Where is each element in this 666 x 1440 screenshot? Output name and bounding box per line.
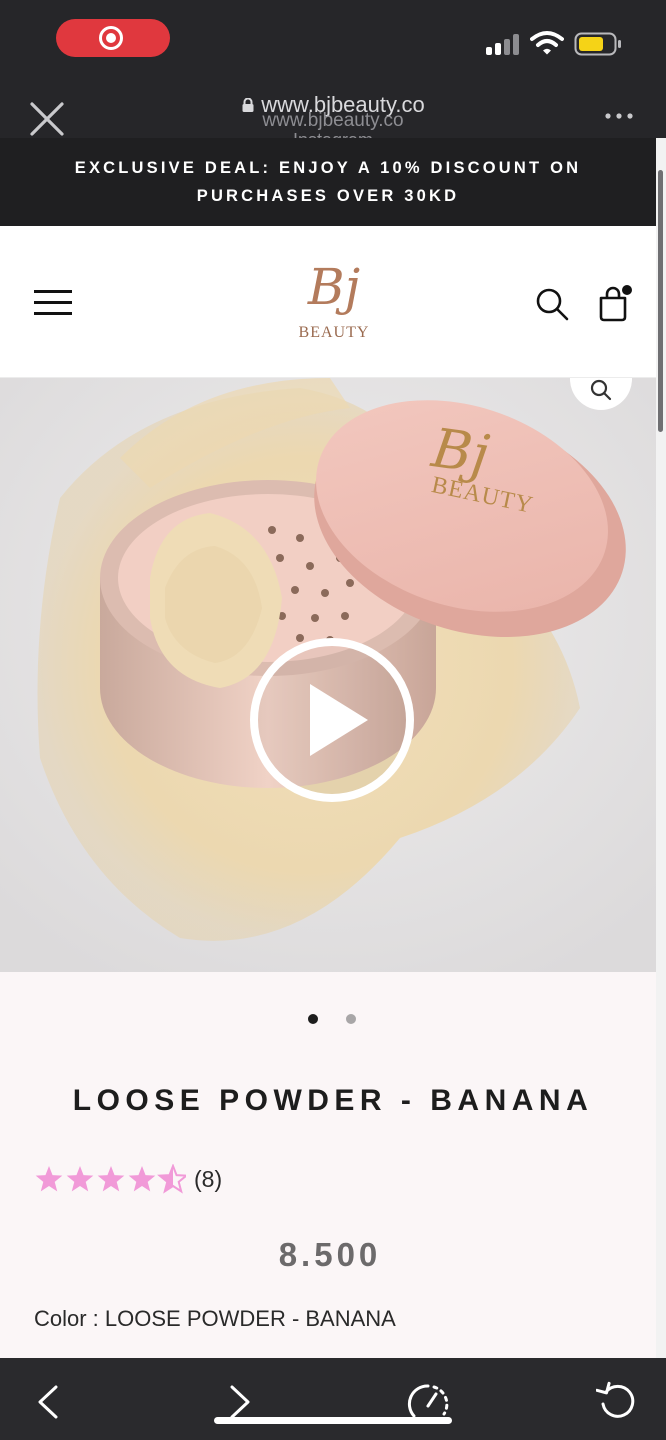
carousel-dots xyxy=(308,1014,364,1026)
record-icon xyxy=(99,26,123,50)
site-header: Bj BEAUTY xyxy=(0,226,656,378)
logo-monogram: Bj xyxy=(307,258,361,316)
home-indicator[interactable] xyxy=(214,1417,452,1424)
promo-banner: EXCLUSIVE DEAL: ENJOY A 10% DISCOUNT ON … xyxy=(0,138,656,226)
zoom-icon xyxy=(590,379,612,401)
hamburger-icon[interactable] xyxy=(34,290,72,316)
close-icon[interactable] xyxy=(28,100,66,138)
promo-text: EXCLUSIVE DEAL: ENJOY A 10% DISCOUNT ON … xyxy=(74,159,582,205)
play-icon[interactable] xyxy=(248,636,416,804)
cellular-signal-icon xyxy=(486,33,522,55)
page-scrollbar[interactable] xyxy=(656,138,666,1358)
search-icon[interactable] xyxy=(534,286,570,322)
screen-recording-indicator[interactable] xyxy=(56,19,170,57)
zoom-button[interactable] xyxy=(570,378,632,410)
star-full xyxy=(97,1166,125,1192)
carousel-dot-2[interactable] xyxy=(346,1014,356,1024)
logo-wordmark: BEAUTY xyxy=(298,324,370,341)
more-icon[interactable] xyxy=(604,112,634,120)
product-details: LOOSE POWDER - BANANA (8) 8.500 Color : … xyxy=(0,972,656,1358)
battery-icon xyxy=(574,32,621,56)
forward-icon[interactable] xyxy=(226,1384,254,1420)
back-icon[interactable] xyxy=(34,1384,62,1420)
star-full xyxy=(66,1166,94,1192)
review-count[interactable]: (8) xyxy=(194,1166,222,1193)
product-price: 8.500 xyxy=(278,1236,382,1273)
product-title: LOOSE POWDER - BANANA xyxy=(72,1084,594,1117)
carousel-dot-1[interactable] xyxy=(308,1014,318,1024)
browser-toolbar xyxy=(0,1358,666,1440)
reload-icon[interactable] xyxy=(596,1380,638,1422)
product-image[interactable]: Bj BEAUTY xyxy=(0,378,656,972)
url-ghost-text: www.bjbeauty.co xyxy=(262,110,404,131)
browser-bar: www.bjbeauty.co www.bjbeauty.co Instagra… xyxy=(0,88,666,150)
star-rating-icon xyxy=(35,1164,186,1194)
product-rating[interactable]: (8) xyxy=(34,1162,222,1196)
brand-logo[interactable]: Bj BEAUTY xyxy=(286,250,382,354)
address-bar[interactable]: www.bjbeauty.co www.bjbeauty.co Instagra… xyxy=(150,92,516,150)
color-selection-label: Color : LOOSE POWDER - BANANA xyxy=(34,1306,396,1331)
wifi-icon xyxy=(530,31,564,55)
scrollbar-thumb[interactable] xyxy=(658,170,663,432)
bag-icon[interactable] xyxy=(596,284,634,322)
star-full xyxy=(128,1166,156,1192)
star-full xyxy=(35,1166,63,1192)
status-bar xyxy=(0,0,666,88)
